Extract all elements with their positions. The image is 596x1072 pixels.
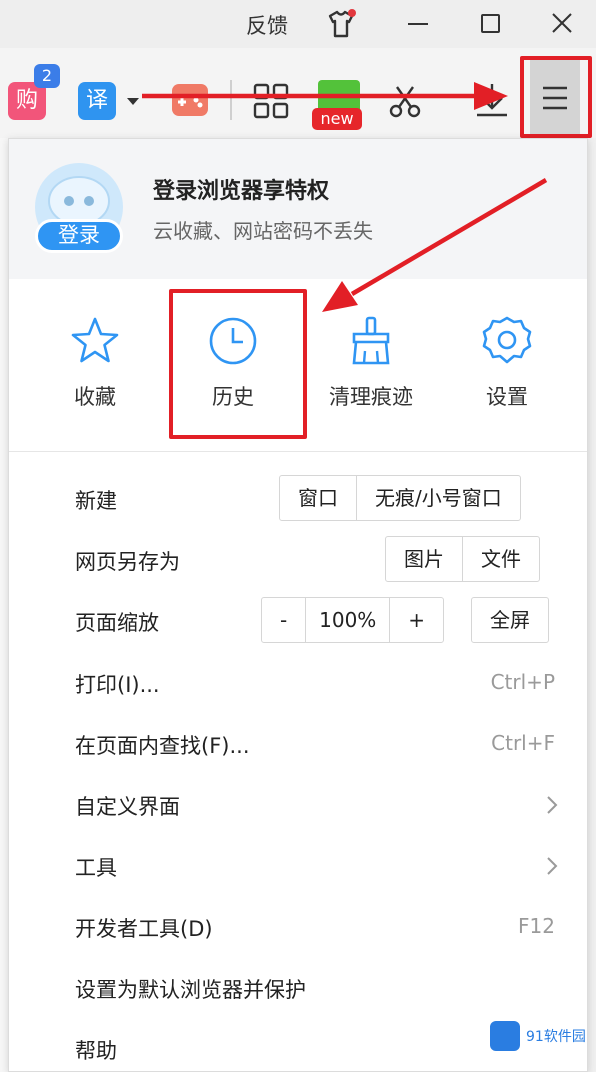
page-content-edge bbox=[0, 138, 8, 1072]
menu-row-new: 新建 窗口 无痕/小号窗口 bbox=[9, 469, 587, 529]
star-icon bbox=[71, 317, 119, 363]
scissors-icon[interactable] bbox=[386, 82, 424, 120]
download-icon[interactable] bbox=[472, 80, 512, 120]
title-bar: 反馈 bbox=[0, 0, 596, 48]
save-as-label: 网页另存为 bbox=[75, 550, 180, 574]
login-panel[interactable]: 登录 登录浏览器享特权 云收藏、网站密码不丢失 bbox=[9, 139, 587, 279]
menu-row-save-as: 网页另存为 图片 文件 bbox=[9, 530, 587, 590]
zoom-out-button[interactable]: - bbox=[262, 598, 307, 642]
help-label: 帮助 bbox=[75, 1039, 117, 1063]
clear-traces-button[interactable]: 清理痕迹 bbox=[321, 315, 421, 411]
settings-button[interactable]: 设置 bbox=[457, 315, 557, 411]
history-highlight-box bbox=[169, 289, 307, 439]
maximize-icon[interactable] bbox=[470, 8, 510, 40]
browser-main-menu: 登录 登录浏览器享特权 云收藏、网站密码不丢失 收藏 历史 清理痕迹 设置 新建… bbox=[8, 138, 588, 1072]
save-file-button[interactable]: 文件 bbox=[463, 537, 539, 581]
chevron-right-icon bbox=[545, 856, 559, 876]
watermark-text: 91软件园 bbox=[526, 1029, 586, 1045]
devtools-shortcut: F12 bbox=[518, 914, 555, 938]
zoom-in-button[interactable]: + bbox=[390, 598, 443, 642]
print-label: 打印(I)... bbox=[75, 673, 160, 697]
new-window-button[interactable]: 窗口 bbox=[280, 476, 357, 520]
gear-icon bbox=[482, 316, 532, 364]
zoom-value: 100% bbox=[306, 598, 391, 642]
zoom-label: 页面缩放 bbox=[75, 611, 159, 635]
close-icon[interactable] bbox=[542, 8, 582, 40]
new-label: 新建 bbox=[75, 489, 117, 513]
fullscreen-button[interactable]: 全屏 bbox=[472, 598, 548, 642]
fullscreen-group: 全屏 bbox=[471, 597, 549, 643]
login-button[interactable]: 登录 bbox=[35, 219, 123, 253]
game-icon[interactable] bbox=[168, 78, 212, 122]
find-shortcut: Ctrl+F bbox=[491, 731, 555, 755]
apps-grid-icon[interactable] bbox=[252, 82, 290, 120]
minimize-icon[interactable] bbox=[398, 8, 438, 40]
chevron-right-icon bbox=[545, 795, 559, 815]
watermark: 91软件园 bbox=[490, 1018, 586, 1054]
zoom-control-group: - 100% + bbox=[261, 597, 444, 643]
menu-item-devtools[interactable]: 开发者工具(D) F12 bbox=[9, 897, 587, 957]
menu-item-find[interactable]: 在页面内查找(F)... Ctrl+F bbox=[9, 714, 587, 774]
broom-icon bbox=[352, 316, 390, 365]
new-button-group: 窗口 无痕/小号窗口 bbox=[279, 475, 521, 521]
browser-toolbar: 购 2 译 new bbox=[0, 48, 596, 138]
login-title[interactable]: 登录浏览器享特权 bbox=[153, 173, 329, 205]
tools-label: 工具 bbox=[75, 856, 117, 880]
new-incognito-button[interactable]: 无痕/小号窗口 bbox=[357, 476, 520, 520]
translate-icon[interactable]: 译 bbox=[78, 82, 116, 120]
shop-count-badge: 2 bbox=[34, 64, 60, 88]
clear-traces-label: 清理痕迹 bbox=[329, 385, 413, 409]
menu-row-zoom: 页面缩放 - 100% + 全屏 bbox=[9, 591, 587, 651]
find-label: 在页面内查找(F)... bbox=[75, 734, 250, 758]
menu-divider bbox=[9, 451, 587, 452]
login-subtitle: 云收藏、网站密码不丢失 bbox=[153, 219, 373, 243]
favorites-button[interactable]: 收藏 bbox=[45, 315, 145, 411]
new-badge: new bbox=[312, 108, 362, 130]
save-image-button[interactable]: 图片 bbox=[386, 537, 463, 581]
menu-item-customize[interactable]: 自定义界面 bbox=[9, 775, 587, 835]
shirt-icon[interactable] bbox=[324, 8, 358, 40]
watermark-logo-icon bbox=[490, 1021, 520, 1051]
dropdown-arrow-icon[interactable] bbox=[124, 92, 142, 110]
save-as-button-group: 图片 文件 bbox=[385, 536, 540, 582]
menu-item-tools[interactable]: 工具 bbox=[9, 836, 587, 896]
favorites-label: 收藏 bbox=[74, 385, 116, 409]
print-shortcut: Ctrl+P bbox=[490, 670, 555, 694]
devtools-label: 开发者工具(D) bbox=[75, 917, 213, 941]
toolbar-divider bbox=[230, 80, 232, 120]
menu-item-print[interactable]: 打印(I)... Ctrl+P bbox=[9, 653, 587, 713]
menu-highlight-box bbox=[520, 56, 592, 138]
default-browser-label: 设置为默认浏览器并保护 bbox=[75, 978, 306, 1002]
feedback-link[interactable]: 反馈 bbox=[246, 10, 288, 40]
menu-item-default-browser[interactable]: 设置为默认浏览器并保护 bbox=[9, 958, 587, 1018]
settings-label: 设置 bbox=[486, 385, 528, 409]
customize-label: 自定义界面 bbox=[75, 795, 180, 819]
